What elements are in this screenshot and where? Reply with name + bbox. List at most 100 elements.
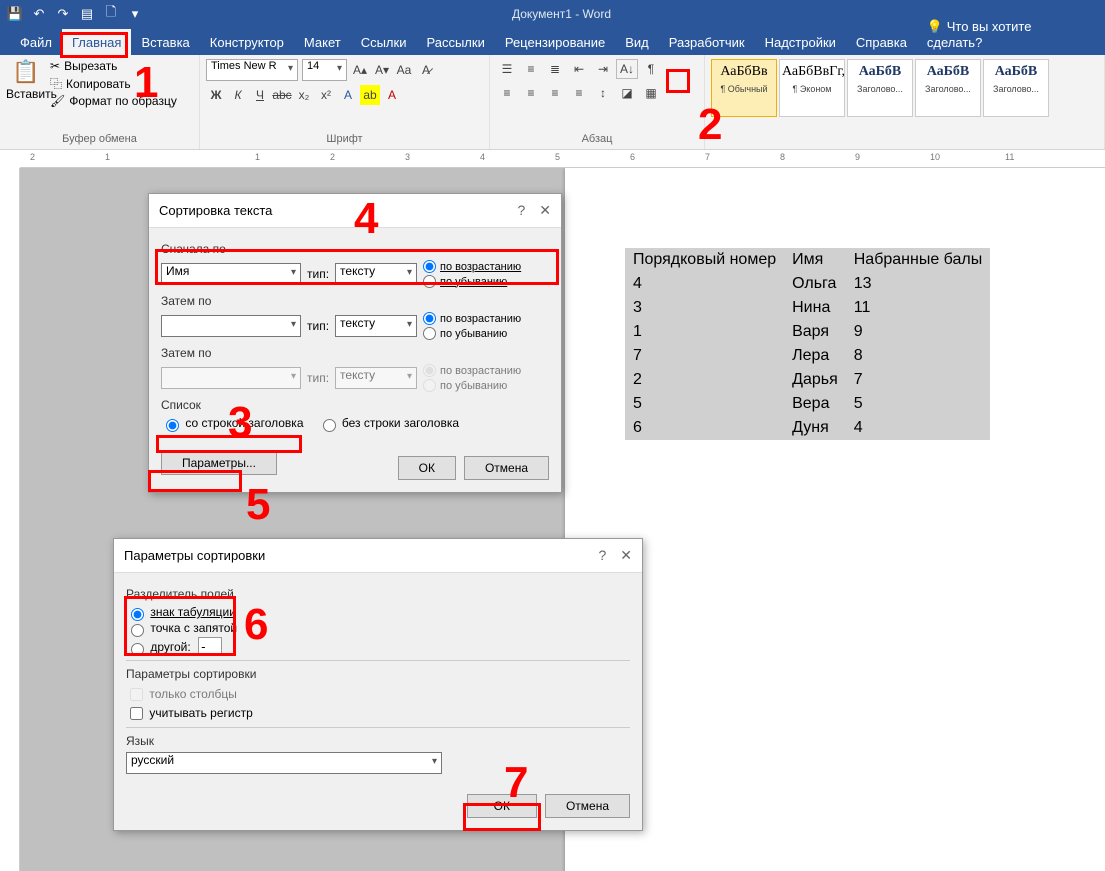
redo-icon[interactable]: ↷ bbox=[54, 5, 72, 23]
style-item[interactable]: АаБбВвГг,¶ Эконом bbox=[779, 59, 845, 117]
tab-review[interactable]: Рецензирование bbox=[495, 29, 615, 55]
sort2-asc-radio[interactable]: по возрастанию bbox=[423, 312, 521, 325]
text-effects-icon[interactable]: A bbox=[338, 85, 358, 105]
sort-field3-select bbox=[161, 367, 301, 389]
align-center-icon[interactable]: ≡ bbox=[520, 83, 542, 103]
tab-layout[interactable]: Макет bbox=[294, 29, 351, 55]
grow-font-icon[interactable]: A▴ bbox=[351, 59, 369, 81]
borders-icon[interactable]: ▦ bbox=[640, 83, 662, 103]
table-row[interactable]: 7Лера8 bbox=[625, 344, 990, 368]
ribbon-tabs: Файл Главная Вставка Конструктор Макет С… bbox=[0, 27, 1105, 55]
options-cancel-button[interactable]: Отмена bbox=[545, 794, 630, 818]
align-left-icon[interactable]: ≡ bbox=[496, 83, 518, 103]
tab-insert[interactable]: Вставка bbox=[131, 29, 199, 55]
underline-button[interactable]: Ч bbox=[250, 85, 270, 105]
decrease-indent-icon[interactable]: ⇤ bbox=[568, 59, 590, 79]
tab-home[interactable]: Главная bbox=[62, 29, 131, 55]
sort1-desc-radio[interactable]: по убыванию bbox=[423, 275, 521, 288]
table-row[interactable]: 6Дуня4 bbox=[625, 416, 990, 440]
help-icon[interactable]: ? bbox=[598, 547, 606, 564]
italic-button[interactable]: К bbox=[228, 85, 248, 105]
tab-mailings[interactable]: Рассылки bbox=[416, 29, 494, 55]
tab-help[interactable]: Справка bbox=[846, 29, 917, 55]
style-item[interactable]: АаБбВв¶ Обычный bbox=[711, 59, 777, 117]
sort-type1-select[interactable]: тексту bbox=[335, 263, 417, 285]
subscript-button[interactable]: x₂ bbox=[294, 85, 314, 105]
sep-tab-radio[interactable]: знак табуляции bbox=[126, 605, 236, 619]
table-row[interactable]: 1Варя9 bbox=[625, 320, 990, 344]
sort-cancel-button[interactable]: Отмена bbox=[464, 456, 549, 480]
table-row[interactable]: 2Дарья7 bbox=[625, 368, 990, 392]
font-color-icon[interactable]: A bbox=[382, 85, 402, 105]
format-painter-button[interactable]: 🖌 Формат по образцу bbox=[50, 94, 177, 108]
sort-options-button[interactable]: Параметры... bbox=[161, 451, 277, 475]
sep-other-radio[interactable]: другой: bbox=[126, 640, 191, 654]
table-row[interactable]: 3Нина11 bbox=[625, 296, 990, 320]
show-marks-icon[interactable]: ¶ bbox=[640, 59, 662, 79]
tab-file[interactable]: Файл bbox=[10, 29, 62, 55]
new-doc-icon[interactable]: 🗋 bbox=[102, 5, 120, 23]
change-case-icon[interactable]: Aa bbox=[395, 59, 413, 81]
sep-other-input[interactable] bbox=[198, 637, 222, 656]
ruler-vertical[interactable] bbox=[0, 168, 20, 871]
no-header-radio[interactable]: без строки заголовка bbox=[318, 416, 460, 432]
tab-addins[interactable]: Надстройки bbox=[755, 29, 846, 55]
help-icon[interactable]: ? bbox=[517, 202, 525, 219]
style-item[interactable]: АаБбВЗаголово... bbox=[915, 59, 981, 117]
tab-view[interactable]: Вид bbox=[615, 29, 659, 55]
shrink-font-icon[interactable]: A▾ bbox=[373, 59, 391, 81]
sort-field1-select[interactable]: Имя bbox=[161, 263, 301, 285]
justify-icon[interactable]: ≡ bbox=[568, 83, 590, 103]
style-item[interactable]: АаБбВЗаголово... bbox=[983, 59, 1049, 117]
group-paragraph: ☰ ≡ ≣ ⇤ ⇥ A↓ ¶ ≡ ≡ ≡ ≡ ↕ ◪ ▦ Абзац bbox=[490, 55, 705, 149]
page[interactable]: Порядковый номерИмяНабранные балы4Ольга1… bbox=[565, 168, 1105, 871]
superscript-button[interactable]: x² bbox=[316, 85, 336, 105]
sep-semicolon-radio[interactable]: точка с запятой bbox=[126, 621, 237, 635]
table-row[interactable]: 5Вера5 bbox=[625, 392, 990, 416]
font-size-select[interactable]: 14 bbox=[302, 59, 347, 81]
lang-select[interactable]: русский bbox=[126, 752, 442, 774]
line-spacing-icon[interactable]: ↕ bbox=[592, 83, 614, 103]
quick-print-icon[interactable]: ▤ bbox=[78, 5, 96, 23]
sort-button[interactable]: A↓ bbox=[616, 59, 638, 79]
sort-type2-select[interactable]: тексту bbox=[335, 315, 417, 337]
with-header-radio[interactable]: со строкой заголовка bbox=[161, 416, 304, 432]
dialog-sort-options: Параметры сортировки ? ✕ Разделитель пол… bbox=[113, 538, 643, 831]
number-list-icon[interactable]: ≡ bbox=[520, 59, 542, 79]
table-row[interactable]: 4Ольга13 bbox=[625, 272, 990, 296]
align-right-icon[interactable]: ≡ bbox=[544, 83, 566, 103]
sort2-desc-radio[interactable]: по убыванию bbox=[423, 327, 521, 340]
font-name-select[interactable]: Times New R bbox=[206, 59, 298, 81]
clear-format-icon[interactable]: A̷ bbox=[417, 59, 435, 81]
undo-icon[interactable]: ↶ bbox=[30, 5, 48, 23]
dialog-options-titlebar[interactable]: Параметры сортировки ? ✕ bbox=[114, 539, 642, 573]
close-icon[interactable]: ✕ bbox=[620, 547, 632, 564]
qat-dropdown-icon[interactable]: ▾ bbox=[126, 5, 144, 23]
case-check[interactable]: учитывать регистр bbox=[126, 706, 253, 720]
bullet-list-icon[interactable]: ☰ bbox=[496, 59, 518, 79]
copy-button[interactable]: ⿻ Копировать bbox=[50, 75, 177, 92]
sort-ok-button[interactable]: ОК bbox=[398, 456, 456, 480]
group-styles-label bbox=[711, 143, 1098, 147]
strike-button[interactable]: abc bbox=[272, 85, 292, 105]
increase-indent-icon[interactable]: ⇥ bbox=[592, 59, 614, 79]
close-icon[interactable]: ✕ bbox=[539, 202, 551, 219]
document-table[interactable]: Порядковый номерИмяНабранные балы4Ольга1… bbox=[625, 248, 990, 440]
sort3-desc-radio: по убыванию bbox=[423, 379, 521, 392]
tab-design[interactable]: Конструктор bbox=[200, 29, 294, 55]
ruler-horizontal[interactable]: 211234567891011 bbox=[20, 150, 1105, 168]
paste-button[interactable]: 📋 Вставить bbox=[6, 59, 46, 101]
dialog-sort-titlebar[interactable]: Сортировка текста ? ✕ bbox=[149, 194, 561, 228]
highlight-icon[interactable]: ab bbox=[360, 85, 380, 105]
tab-developer[interactable]: Разработчик bbox=[659, 29, 755, 55]
options-ok-button[interactable]: ОК bbox=[467, 794, 537, 818]
sort1-asc-radio[interactable]: по возрастанию bbox=[423, 260, 521, 273]
save-icon[interactable]: 💾 bbox=[6, 5, 24, 23]
cut-button[interactable]: ✂ Вырезать bbox=[50, 59, 177, 73]
style-item[interactable]: АаБбВЗаголово... bbox=[847, 59, 913, 117]
bold-button[interactable]: Ж bbox=[206, 85, 226, 105]
tab-references[interactable]: Ссылки bbox=[351, 29, 417, 55]
sort-field2-select[interactable] bbox=[161, 315, 301, 337]
shading-icon[interactable]: ◪ bbox=[616, 83, 638, 103]
multilevel-list-icon[interactable]: ≣ bbox=[544, 59, 566, 79]
